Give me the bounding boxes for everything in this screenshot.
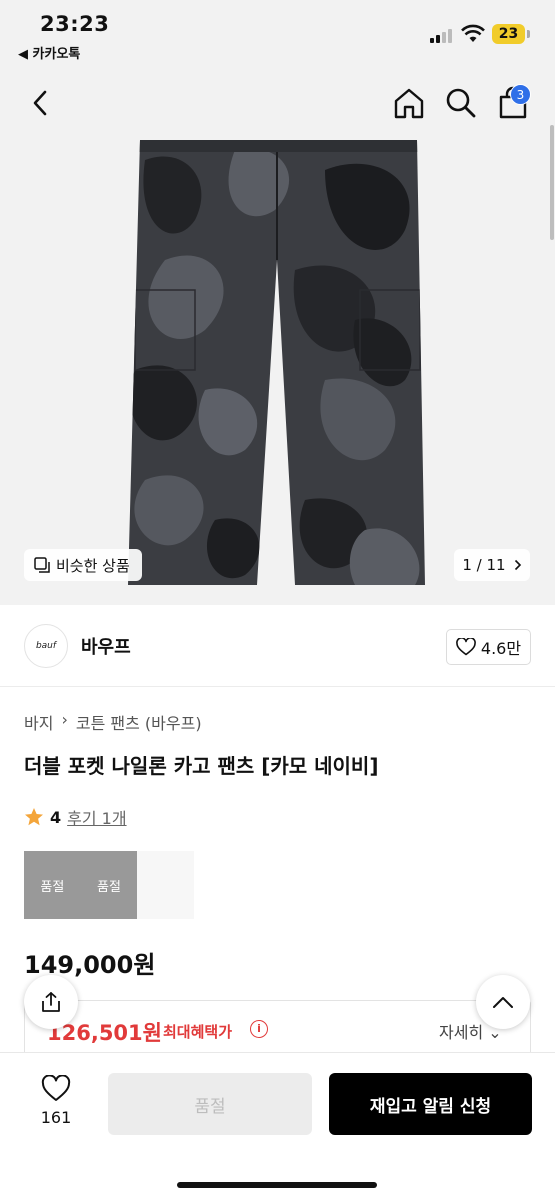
star-icon	[25, 808, 43, 826]
breadcrumb-item[interactable]: 코튼 팬츠 (바우프)	[76, 710, 202, 734]
similar-products-label: 비슷한 상품	[56, 556, 130, 575]
battery-tip	[527, 30, 530, 38]
benefit-label: 최대혜택가	[163, 1023, 233, 1041]
wifi-icon	[461, 24, 485, 42]
wishlist-count: 161	[40, 1108, 72, 1127]
rating-value: 4	[50, 807, 62, 827]
product-title: 더블 포켓 나일론 카고 팬츠 [카모 네이비]	[24, 754, 379, 778]
option-swatches: 품절 품절	[24, 851, 195, 919]
heart-icon	[41, 1074, 71, 1101]
cart-count-badge: 3	[510, 84, 531, 105]
product-page: 23:23 ◀ 카카오톡 23 3 비슷한 상품 1 / 11 bauf 바우프…	[0, 0, 555, 1200]
similar-items-icon	[34, 557, 50, 573]
back-arrow-icon[interactable]	[26, 88, 56, 118]
review-link[interactable]: 후기 1개	[67, 805, 126, 829]
product-image	[128, 140, 425, 585]
similar-products-button[interactable]: 비슷한 상품	[24, 549, 142, 581]
brand-logo[interactable]: bauf	[24, 624, 68, 668]
chevron-up-icon	[493, 997, 513, 1008]
brand-like-button[interactable]: 4.6만	[446, 629, 531, 665]
wishlist-button[interactable]: 161	[26, 1074, 86, 1127]
home-icon[interactable]	[392, 86, 426, 120]
status-bar: 23:23 ◀ 카카오톡 23	[0, 0, 555, 70]
soldout-button: 품절	[108, 1073, 312, 1135]
brand-name[interactable]: 바우프	[81, 633, 131, 659]
restock-alert-button[interactable]: 재입고 알림 신청	[329, 1073, 532, 1135]
bottom-action-bar: 161 품절 재입고 알림 신청	[0, 1052, 555, 1200]
search-icon[interactable]	[444, 86, 478, 120]
battery-icon: 23	[492, 24, 525, 44]
heart-icon	[456, 638, 476, 656]
signal-icon	[430, 27, 456, 43]
option-swatch[interactable]	[137, 851, 195, 919]
product-gallery[interactable]: 3 비슷한 상품 1 / 11	[0, 70, 555, 605]
option-swatch[interactable]: 품절	[80, 851, 138, 919]
rating-row: 4 후기 1개	[24, 805, 127, 829]
share-button[interactable]	[24, 975, 78, 1029]
scrollbar-thumb[interactable]	[550, 125, 554, 240]
brand-like-count: 4.6만	[480, 639, 522, 658]
breadcrumb-item[interactable]: 바지	[24, 710, 53, 734]
breadcrumb: 바지 › 코튼 팬츠 (바우프)	[24, 710, 202, 734]
chevron-right-icon	[514, 559, 521, 571]
info-icon[interactable]: i	[250, 1020, 268, 1038]
gallery-page-indicator[interactable]: 1 / 11	[454, 549, 530, 581]
status-time: 23:23	[40, 12, 110, 36]
back-to-app-link[interactable]: ◀ 카카오톡	[18, 43, 80, 62]
breadcrumb-separator-icon: ›	[61, 710, 68, 729]
share-icon	[42, 992, 60, 1012]
scroll-top-button[interactable]	[476, 975, 530, 1029]
brand-row[interactable]: bauf 바우프 4.6만	[0, 605, 555, 687]
page-indicator-text: 1 / 11	[462, 556, 506, 574]
home-indicator	[177, 1182, 377, 1188]
option-swatch[interactable]: 품절	[24, 851, 81, 919]
